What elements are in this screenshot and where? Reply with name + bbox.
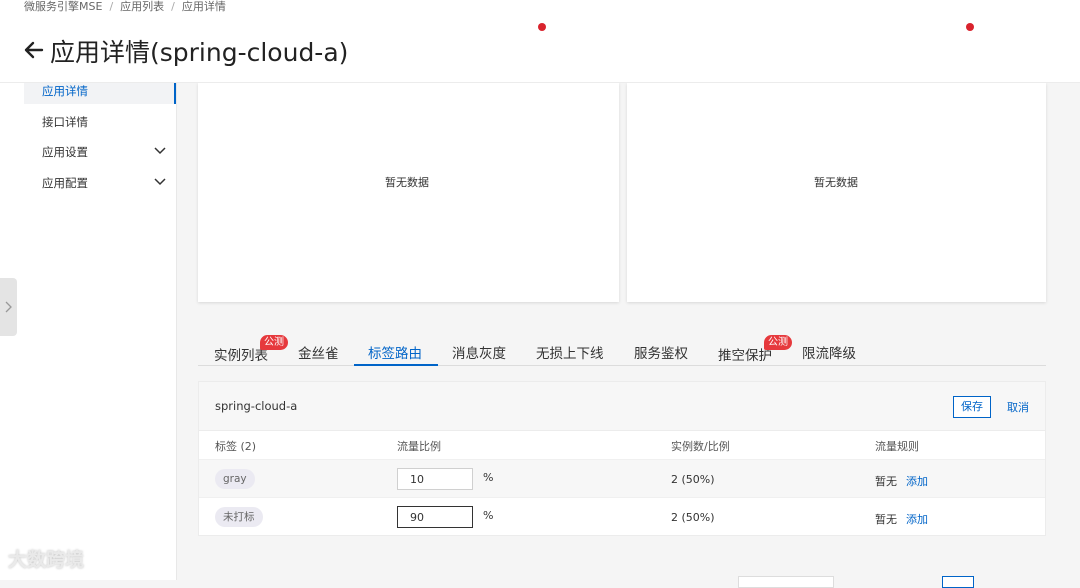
notification-dot <box>966 23 974 31</box>
breadcrumb-item-app-detail: 应用详情 <box>181 0 226 13</box>
column-header-traffic-ratio: 流量比例 <box>397 440 441 453</box>
button-fragment <box>942 576 974 588</box>
tab-tag-routing[interactable]: 标签路由 <box>368 342 422 362</box>
percent-sign: % <box>483 471 494 484</box>
percent-sign: % <box>483 509 494 522</box>
tab-canary[interactable]: 金丝雀 <box>298 342 339 362</box>
notification-dot <box>538 23 546 31</box>
panel-header: spring-cloud-a 保存 取消 <box>199 382 1045 431</box>
tab-rate-limit[interactable]: 限流降级 <box>802 342 856 362</box>
page-title: 应用详情(spring-cloud-a) <box>50 38 349 67</box>
left-chart-card: 暂无数据 <box>198 83 619 302</box>
breadcrumb-item-mse[interactable]: 微服务引擎MSE <box>24 0 102 13</box>
watermark-logo: 大数跨境 <box>8 549 85 571</box>
tab-message-gray[interactable]: 消息灰度 <box>452 342 506 362</box>
chevron-down-icon <box>154 147 166 155</box>
sidebar-item-label: 应用设置 <box>42 145 88 159</box>
add-rule-link[interactable]: 添加 <box>906 473 928 489</box>
page-header: 微服务引擎MSE / 应用列表 / 应用详情 应用详情(spring-cloud-a) <box>0 0 1080 83</box>
instance-count: 2 (50%) <box>671 511 715 524</box>
tag-pill: gray <box>215 469 255 489</box>
table-row: gray % 2 (50%) 暂无 添加 <box>199 459 1045 498</box>
tab-service-auth[interactable]: 服务鉴权 <box>634 342 688 362</box>
sidebar-item-app-settings[interactable]: 应用设置 <box>24 139 176 165</box>
sidebar-item-api-detail[interactable]: 接口详情 <box>24 109 176 135</box>
back-arrow-icon[interactable] <box>22 38 44 62</box>
pagination-fragment <box>738 576 834 588</box>
sidebar-item-app-config[interactable]: 应用配置 <box>24 170 176 196</box>
rule-status: 暂无 <box>875 475 897 488</box>
traffic-ratio-input[interactable] <box>397 506 473 528</box>
rule-status: 暂无 <box>875 513 897 526</box>
column-header-instances: 实例数/比例 <box>671 440 730 453</box>
save-button[interactable]: 保存 <box>953 396 991 418</box>
column-header-tag: 标签 (2) <box>215 440 257 453</box>
right-chart-card: 暂无数据 <box>627 83 1046 302</box>
beta-badge: 公测 <box>764 335 792 350</box>
sidebar-toggle[interactable] <box>0 278 17 336</box>
beta-badge: 公测 <box>260 335 288 350</box>
add-rule-link[interactable]: 添加 <box>906 511 928 527</box>
breadcrumb: 微服务引擎MSE / 应用列表 / 应用详情 <box>24 0 226 13</box>
sidebar-item-label: 应用配置 <box>42 176 88 190</box>
chevron-right-icon <box>5 301 12 313</box>
tag-routing-panel: spring-cloud-a 保存 取消 标签 (2) 流量比例 实例数/比例 … <box>198 381 1046 536</box>
chevron-down-icon <box>154 178 166 186</box>
tab-graceful-online-offline[interactable]: 无损上下线 <box>536 342 604 362</box>
app-name: spring-cloud-a <box>215 399 298 413</box>
tabs-divider <box>198 365 1046 366</box>
cancel-button[interactable]: 取消 <box>1007 399 1029 415</box>
column-header-traffic-rule: 流量规则 <box>875 440 919 453</box>
active-tab-indicator <box>354 364 438 366</box>
traffic-ratio-input[interactable] <box>397 468 473 490</box>
empty-state-text: 暂无数据 <box>814 176 858 189</box>
breadcrumb-item-app-list[interactable]: 应用列表 <box>120 0 164 13</box>
sidebar: 应用详情 接口详情 应用设置 应用配置 <box>0 78 177 580</box>
table-row: 未打标 % 2 (50%) 暂无 添加 <box>199 497 1045 536</box>
empty-state-text: 暂无数据 <box>385 176 429 189</box>
tag-pill: 未打标 <box>215 507 263 527</box>
instance-count: 2 (50%) <box>671 473 715 486</box>
